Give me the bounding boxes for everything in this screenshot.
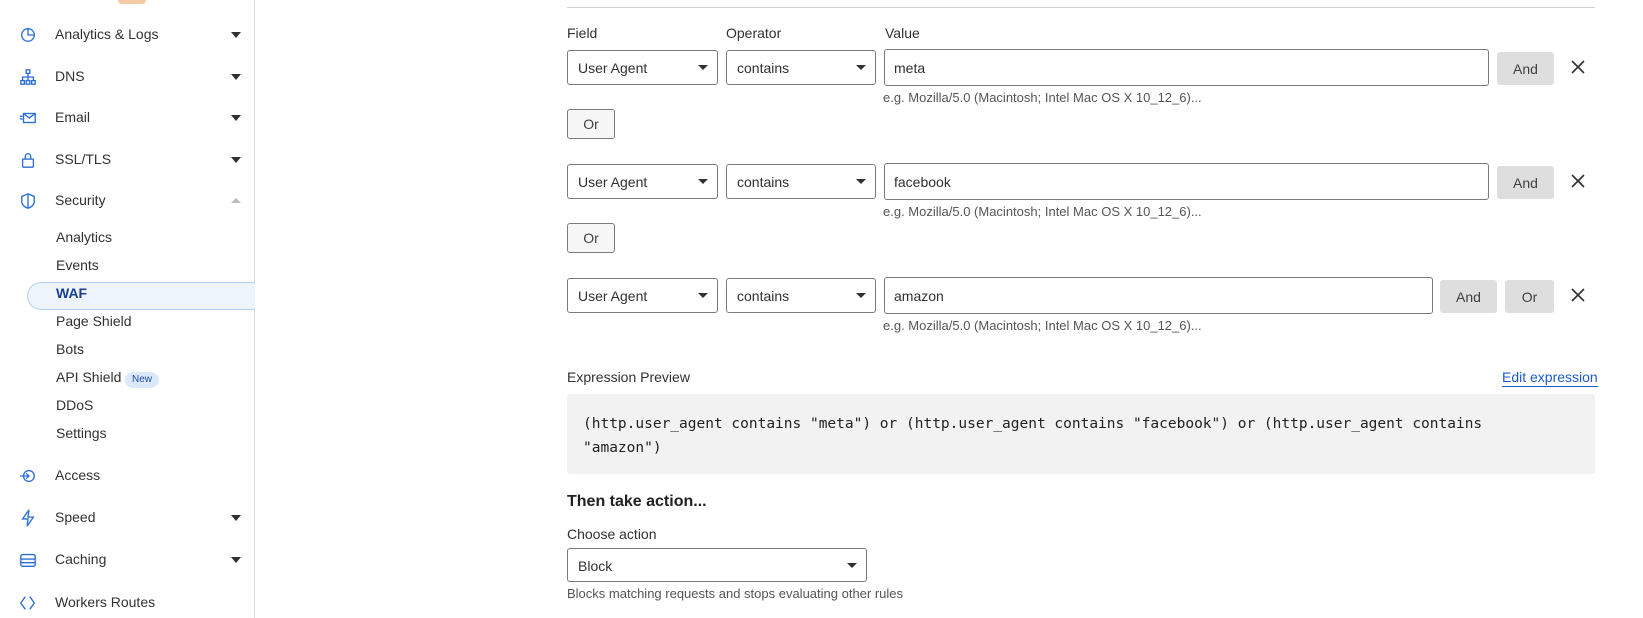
operator-select[interactable]: contains xyxy=(726,164,876,199)
sidebar-item-label: Speed xyxy=(55,509,96,525)
value-input-text: amazon xyxy=(894,288,944,304)
sidebar-item-dns[interactable]: DNS xyxy=(0,62,254,92)
edit-expression-link[interactable]: Edit expression xyxy=(1502,369,1598,387)
field-select-value: User Agent xyxy=(578,60,648,76)
value-column-header: Value xyxy=(885,25,920,41)
chevron-down-icon xyxy=(231,74,241,80)
sidebar-nav: Analytics & Logs DNS Email SSL/TLS Secur… xyxy=(0,0,255,618)
sidebar-sub-bots[interactable]: Bots xyxy=(56,341,84,357)
sidebar-item-analytics-logs[interactable]: Analytics & Logs xyxy=(0,20,254,50)
field-select[interactable]: User Agent xyxy=(567,164,718,199)
operator-select-value: contains xyxy=(737,288,790,304)
or-button[interactable]: Or xyxy=(567,223,615,253)
sidebar-item-ssl-tls[interactable]: SSL/TLS xyxy=(0,145,254,175)
chevron-down-icon xyxy=(231,515,241,521)
operator-select[interactable]: contains xyxy=(726,278,876,313)
chevron-up-icon xyxy=(231,198,241,203)
sidebar-sub-settings[interactable]: Settings xyxy=(56,425,107,441)
sidebar-sub-api-shield[interactable]: API Shield xyxy=(56,369,121,385)
value-input-text: meta xyxy=(894,60,926,76)
caching-icon xyxy=(18,550,38,570)
chevron-down-icon xyxy=(231,557,241,563)
choose-action-label: Choose action xyxy=(567,526,657,542)
sidebar-item-label: DNS xyxy=(55,68,85,84)
and-button[interactable]: And xyxy=(1440,280,1497,313)
value-input[interactable]: meta xyxy=(884,49,1489,86)
sidebar-item-access[interactable]: Access xyxy=(0,461,254,491)
chevron-down-icon xyxy=(856,179,866,184)
operator-column-header: Operator xyxy=(726,25,782,41)
sidebar-item-label: Analytics & Logs xyxy=(55,26,159,42)
sidebar-item-label: SSL/TLS xyxy=(55,151,112,167)
field-select[interactable]: User Agent xyxy=(567,50,718,85)
shield-icon xyxy=(18,191,38,211)
and-button[interactable]: And xyxy=(1497,52,1554,85)
action-select[interactable]: Block xyxy=(567,548,867,582)
sidebar-item-label: Caching xyxy=(55,551,107,567)
value-hint: e.g. Mozilla/5.0 (Macintosh; Intel Mac O… xyxy=(883,90,1202,105)
expression-preview-box: (http.user_agent contains "meta") or (ht… xyxy=(567,394,1595,474)
close-icon[interactable] xyxy=(1570,287,1586,303)
value-hint: e.g. Mozilla/5.0 (Macintosh; Intel Mac O… xyxy=(883,318,1202,333)
value-hint: e.g. Mozilla/5.0 (Macintosh; Intel Mac O… xyxy=(883,204,1202,219)
sidebar-sub-ddos[interactable]: DDoS xyxy=(56,397,93,413)
operator-select-value: contains xyxy=(737,174,790,190)
field-column-header: Field xyxy=(567,25,598,41)
action-select-value: Block xyxy=(578,558,613,574)
chevron-down-icon xyxy=(231,157,241,163)
sidebar-item-security[interactable]: Security xyxy=(0,186,254,216)
new-badge: New xyxy=(125,372,160,388)
top-badge xyxy=(118,0,146,4)
sidebar-sub-analytics[interactable]: Analytics xyxy=(56,229,112,245)
sidebar-item-label: Email xyxy=(55,109,91,125)
chevron-down-icon xyxy=(847,563,857,568)
field-select[interactable]: User Agent xyxy=(567,278,718,313)
sidebar-item-caching[interactable]: Caching xyxy=(0,545,254,575)
sidebar-sub-waf[interactable]: WAF xyxy=(56,285,87,301)
value-input[interactable]: facebook xyxy=(884,163,1489,200)
chevron-down-icon xyxy=(231,32,241,38)
value-input[interactable]: amazon xyxy=(884,277,1433,314)
email-icon xyxy=(18,108,38,128)
sidebar-item-speed[interactable]: Speed xyxy=(0,503,254,533)
sidebar-item-workers-routes[interactable]: Workers Routes xyxy=(0,588,254,618)
chevron-down-icon xyxy=(856,65,866,70)
chevron-down-icon xyxy=(231,115,241,121)
sidebar-item-label: Access xyxy=(55,467,101,483)
action-section-title: Then take action... xyxy=(567,493,707,510)
chevron-down-icon xyxy=(856,293,866,298)
field-select-value: User Agent xyxy=(578,288,648,304)
expression-preview-label: Expression Preview xyxy=(567,369,690,385)
pie-chart-icon xyxy=(18,25,38,45)
chevron-down-icon xyxy=(698,293,708,298)
field-select-value: User Agent xyxy=(578,174,648,190)
lightning-icon xyxy=(18,508,38,528)
sidebar-item-label: Workers Routes xyxy=(55,594,156,610)
operator-select[interactable]: contains xyxy=(726,50,876,85)
expression-text: (http.user_agent contains "meta") or (ht… xyxy=(583,416,1491,456)
or-button[interactable]: Or xyxy=(567,109,615,139)
sidebar-sub-events[interactable]: Events xyxy=(56,257,99,273)
network-icon xyxy=(18,67,38,87)
or-button[interactable]: Or xyxy=(1505,280,1554,313)
access-icon xyxy=(18,466,38,486)
close-icon[interactable] xyxy=(1570,59,1586,75)
action-description: Blocks matching requests and stops evalu… xyxy=(567,586,904,601)
chevron-down-icon xyxy=(698,65,708,70)
chevron-down-icon xyxy=(698,179,708,184)
sidebar-sub-page-shield[interactable]: Page Shield xyxy=(56,313,132,329)
sidebar-item-label: Security xyxy=(55,192,106,208)
operator-select-value: contains xyxy=(737,60,790,76)
sidebar-item-email[interactable]: Email xyxy=(0,103,254,133)
section-divider xyxy=(567,7,1595,8)
lock-icon xyxy=(18,150,38,170)
close-icon[interactable] xyxy=(1570,173,1586,189)
workers-icon xyxy=(18,593,38,613)
value-input-text: facebook xyxy=(894,174,951,190)
and-button[interactable]: And xyxy=(1497,166,1554,199)
